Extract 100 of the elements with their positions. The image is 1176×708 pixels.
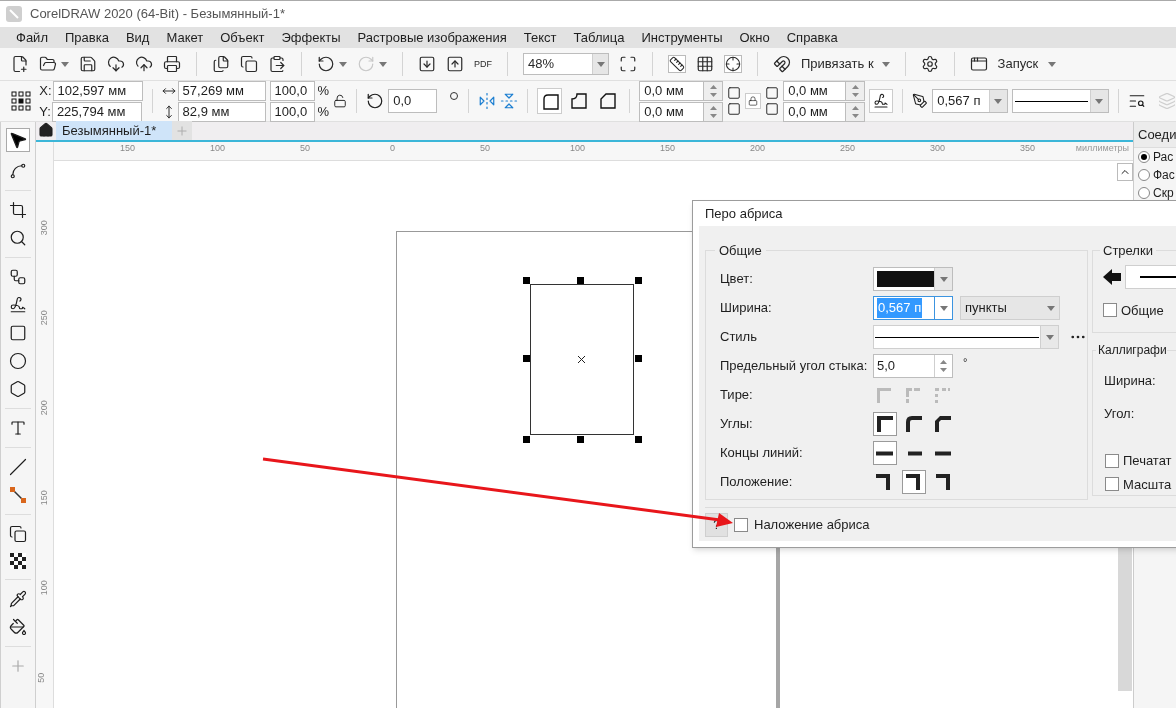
scale-x-field[interactable]: 100,0 xyxy=(269,80,315,101)
caret-icon[interactable] xyxy=(939,305,948,311)
shape-tool-icon[interactable] xyxy=(9,162,27,180)
cloud-upload-icon[interactable] xyxy=(135,55,153,73)
save-icon[interactable] xyxy=(79,55,97,73)
import-icon[interactable] xyxy=(418,55,436,73)
fill-icon[interactable] xyxy=(9,618,27,636)
corner-icon[interactable] xyxy=(765,86,780,100)
selection-handle[interactable] xyxy=(523,277,530,284)
caret-icon[interactable] xyxy=(596,61,605,67)
curve-icon[interactable] xyxy=(9,296,27,314)
corner-icon[interactable] xyxy=(765,102,780,116)
spinner-arrows-icon[interactable] xyxy=(708,103,718,120)
scroll-up-button[interactable] xyxy=(1117,163,1133,181)
checkbox[interactable] xyxy=(1105,477,1119,492)
corner-radius-field[interactable]: 0,0 мм xyxy=(783,101,846,122)
selection-handle[interactable] xyxy=(635,277,642,284)
line-icon[interactable] xyxy=(9,458,27,476)
corner-icon[interactable] xyxy=(727,102,742,116)
height-field[interactable]: 82,9 мм xyxy=(177,101,266,122)
x-position-field[interactable]: 102,597 мм xyxy=(52,80,143,101)
print-icon[interactable] xyxy=(163,55,181,73)
y-position-field[interactable]: 225,794 мм xyxy=(51,101,142,122)
selection-handle[interactable] xyxy=(635,355,642,362)
style-option[interactable] xyxy=(873,441,897,465)
reference-point-icon[interactable] xyxy=(10,90,32,112)
caret-icon[interactable] xyxy=(1045,334,1054,340)
corner-icon[interactable] xyxy=(727,86,742,100)
menu-item[interactable]: Файл xyxy=(16,27,48,48)
menu-item[interactable]: Растровые изображения xyxy=(357,27,507,48)
snap-off-icon[interactable] xyxy=(773,55,791,73)
grid-icon[interactable] xyxy=(696,55,714,73)
line-style-dropdown[interactable] xyxy=(873,325,1059,349)
paste-icon[interactable] xyxy=(268,55,286,73)
spinner-arrows-icon[interactable] xyxy=(850,103,860,120)
text-wrap-icon[interactable] xyxy=(1128,92,1146,110)
menu-item[interactable]: Таблица xyxy=(573,27,625,48)
color-picker[interactable] xyxy=(873,267,953,291)
selection-handle[interactable] xyxy=(523,355,530,362)
launch-dropdown[interactable]: Запуск xyxy=(997,54,1057,74)
window-icon[interactable] xyxy=(969,55,988,73)
caret-icon[interactable] xyxy=(1047,305,1055,311)
caret-icon[interactable] xyxy=(61,61,69,67)
home-icon[interactable] xyxy=(38,122,54,138)
pointer-icon[interactable] xyxy=(6,128,30,152)
outline-width-dropdown[interactable]: 0,567 п xyxy=(932,89,1008,113)
open-folder-icon[interactable] xyxy=(39,55,57,73)
zoom-icon[interactable] xyxy=(9,229,27,247)
selection-handle[interactable] xyxy=(523,436,530,443)
settings-icon[interactable] xyxy=(920,55,939,73)
document-tab[interactable]: Безымянный-1* xyxy=(56,121,172,140)
radio-button[interactable] xyxy=(1138,151,1150,163)
caret-icon[interactable] xyxy=(881,61,890,67)
spinner-arrows-icon[interactable] xyxy=(939,358,948,374)
pdf-button[interactable]: PDF xyxy=(474,59,492,69)
mirror-vertical-icon[interactable] xyxy=(499,92,518,110)
pen-icon[interactable] xyxy=(912,93,929,109)
lock-icon[interactable] xyxy=(333,94,348,108)
rectangle-icon[interactable] xyxy=(9,324,27,342)
checkerboard-icon[interactable] xyxy=(10,553,26,569)
caret-icon[interactable] xyxy=(339,61,347,67)
ruler-icon[interactable] xyxy=(668,55,686,73)
shadow-icon[interactable] xyxy=(9,525,27,543)
caret-icon[interactable] xyxy=(1048,61,1057,67)
round-corner-icon[interactable] xyxy=(536,88,562,114)
menu-item[interactable]: Макет xyxy=(166,27,204,48)
menu-item[interactable]: Правка xyxy=(64,27,109,48)
connector-icon[interactable] xyxy=(9,486,27,504)
caret-icon[interactable] xyxy=(1095,98,1104,104)
menu-item[interactable]: Инструменты xyxy=(641,27,723,48)
snap-to-dropdown[interactable]: Привязать к xyxy=(801,54,890,74)
new-document-icon[interactable] xyxy=(11,55,29,73)
corner-radius-field[interactable]: 0,0 мм xyxy=(639,101,704,122)
menu-item[interactable]: Справка xyxy=(786,27,838,48)
selection-handle[interactable] xyxy=(577,436,584,443)
rectangle-shape[interactable] xyxy=(530,284,634,435)
ellipse-icon[interactable] xyxy=(9,352,27,370)
rotate-icon[interactable] xyxy=(366,92,385,110)
radio-button[interactable] xyxy=(1138,187,1150,199)
mirror-horizontal-icon[interactable] xyxy=(477,92,496,110)
eyedropper-icon[interactable] xyxy=(9,590,27,608)
checkbox[interactable] xyxy=(1105,453,1119,468)
rotation-field[interactable]: 0,0 xyxy=(388,89,437,113)
unit-dropdown[interactable]: пункты xyxy=(960,296,1060,320)
spinner-arrows-icon[interactable] xyxy=(850,82,860,99)
menu-item[interactable]: Эффекты xyxy=(281,27,341,48)
radio-button[interactable] xyxy=(1138,169,1150,181)
export-icon[interactable] xyxy=(446,55,464,73)
zoom-dropdown[interactable]: 48% xyxy=(523,53,609,75)
crop-icon[interactable] xyxy=(9,201,27,219)
lock-icon[interactable] xyxy=(745,93,762,109)
scale-y-field[interactable]: 100,0 xyxy=(269,101,315,122)
line-style-dropdown[interactable] xyxy=(1012,89,1109,113)
width-field[interactable]: 57,269 мм xyxy=(177,80,266,101)
checkbox[interactable] xyxy=(734,518,748,532)
text-tool-icon[interactable] xyxy=(9,419,27,437)
corner-radius-field[interactable]: 0,0 мм xyxy=(783,80,846,101)
menu-item[interactable]: Вид xyxy=(125,27,150,48)
style-option[interactable] xyxy=(902,470,926,494)
undo-icon[interactable] xyxy=(317,55,335,73)
